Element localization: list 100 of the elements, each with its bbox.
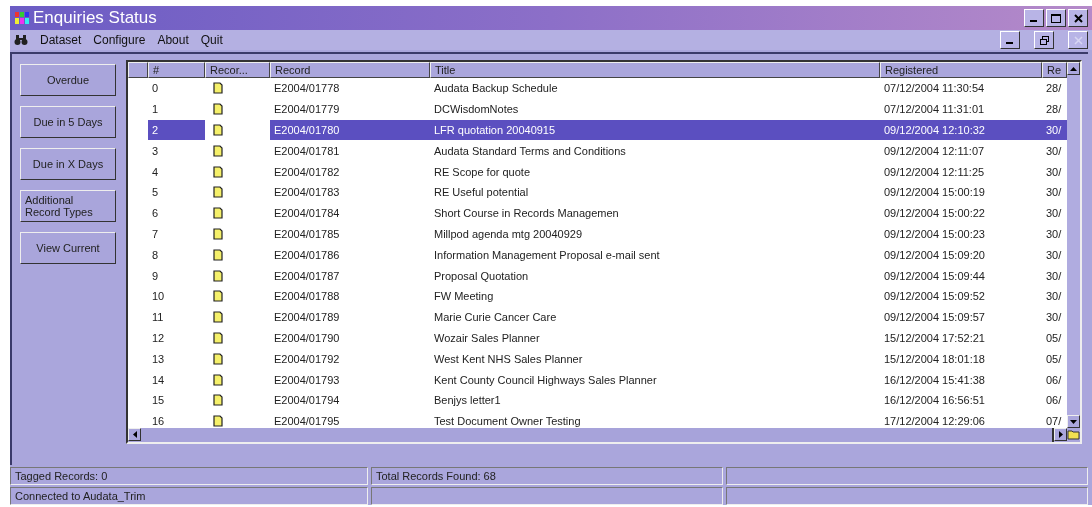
vertical-scrollbar[interactable] xyxy=(1067,62,1080,428)
table-cell-text: E2004/01792 xyxy=(273,351,341,367)
document-icon xyxy=(213,248,223,261)
table-cell-text: 09/12/2004 15:09:20 xyxy=(883,247,986,263)
table-cell-text: 09/12/2004 12:11:07 xyxy=(883,143,986,159)
filter-button[interactable]: Additional Record Types xyxy=(20,190,116,222)
table-cell-text: 30/ xyxy=(1045,185,1063,201)
filter-button[interactable]: View Current xyxy=(20,232,116,264)
document-icon xyxy=(213,227,223,240)
filter-button[interactable]: Due in X Days xyxy=(20,148,116,180)
table-cell-text: 7 xyxy=(151,226,160,242)
column-header[interactable]: # xyxy=(148,62,205,78)
document-icon xyxy=(213,394,223,407)
table-cell-text: E2004/01783 xyxy=(273,185,341,201)
table-cell-text: E2004/01793 xyxy=(273,372,341,388)
menu-item[interactable]: Dataset xyxy=(40,33,82,47)
table-cell-text: 30/ xyxy=(1045,164,1063,180)
table-cell-text: E2004/01794 xyxy=(273,393,341,409)
table-cell-text: E2004/01779 xyxy=(273,102,341,118)
table-cell-text: 09/12/2004 15:09:57 xyxy=(883,310,986,326)
filter-button[interactable]: Overdue xyxy=(20,64,116,96)
table-cell-text: 11 xyxy=(151,310,165,326)
table-cell-text: 17/12/2004 12:29:06 xyxy=(883,414,986,428)
document-icon xyxy=(213,186,223,199)
status-panel: Tagged Records: 0 xyxy=(10,467,368,485)
table-cell-text: 30/ xyxy=(1045,289,1063,305)
column-header[interactable] xyxy=(128,62,148,78)
table-cell-text: 09/12/2004 15:09:52 xyxy=(883,289,986,305)
table-cell-text: Short Course in Records Managemen xyxy=(433,206,620,222)
table-cell-text: 4 xyxy=(151,164,160,180)
column-header[interactable]: Re xyxy=(1042,62,1067,78)
table-cell-text: Test Document Owner Testing xyxy=(433,414,582,428)
table-cell-text: 09/12/2004 15:00:22 xyxy=(883,206,986,222)
table-cell-text: 05/ xyxy=(1045,330,1063,346)
document-icon xyxy=(213,165,223,178)
scroll-up-button[interactable] xyxy=(1067,62,1080,75)
column-header[interactable]: Registered xyxy=(880,62,1042,78)
menu-item[interactable]: About xyxy=(157,33,189,47)
table-cell-text: 10 xyxy=(151,289,166,305)
table-cell-text: Millpod agenda mtg 20040929 xyxy=(433,226,583,242)
table-cell-text: 05/ xyxy=(1045,351,1063,367)
table-cell-text: E2004/01781 xyxy=(273,143,341,159)
table-cell-text: 07/12/2004 11:30:54 xyxy=(883,81,986,97)
scroll-right-button[interactable] xyxy=(1054,428,1067,441)
table-cell-text: 12 xyxy=(151,330,166,346)
minimize-button[interactable] xyxy=(1000,31,1020,49)
table-cell-text: 07/12/2004 11:31:01 xyxy=(883,102,986,118)
table-cell-text: E2004/01787 xyxy=(273,268,341,284)
scroll-down-button[interactable] xyxy=(1067,415,1080,428)
table-cell-text: 30/ xyxy=(1045,310,1063,326)
table-cell-text: 15/12/2004 17:52:21 xyxy=(883,330,986,346)
table-cell-text: Marie Curie Cancer Care xyxy=(433,310,558,326)
table-cell-text: 28/ xyxy=(1045,102,1063,118)
table-cell-text: RE Useful potential xyxy=(433,185,530,201)
column-header[interactable]: Recor... xyxy=(205,62,270,78)
menu-item[interactable]: Quit xyxy=(200,33,223,47)
maximize-button[interactable] xyxy=(1046,9,1066,27)
table-cell: LFR quotation 20040915 xyxy=(430,119,880,141)
table-cell-text: E2004/01786 xyxy=(273,247,341,263)
filter-button[interactable]: Due in 5 Days xyxy=(20,106,116,138)
table-cell-text: Proposal Quotation xyxy=(433,268,530,284)
table-cell-text: 07/ xyxy=(1045,414,1063,428)
menu-item[interactable]: Configure xyxy=(93,33,146,47)
table-cell-text: 1 xyxy=(151,102,160,118)
close-button[interactable] xyxy=(1068,9,1088,27)
document-icon xyxy=(213,373,223,386)
document-icon xyxy=(213,290,223,303)
table-cell-text: 06/ xyxy=(1045,393,1063,409)
right-arrow-icon xyxy=(1058,431,1063,438)
table-cell-text: 30/ xyxy=(1045,247,1063,263)
document-icon xyxy=(213,415,223,428)
table-cell-text: 16/12/2004 16:56:51 xyxy=(883,393,986,409)
status-panel: Connected to Audata_Trim xyxy=(10,487,368,505)
table-cell: 30/ xyxy=(1042,119,1067,141)
table-cell-text: 15/12/2004 18:01:18 xyxy=(883,351,986,367)
table-cell-text: West Kent NHS Sales Planner xyxy=(433,351,584,367)
up-arrow-icon xyxy=(1070,66,1077,71)
app-icon xyxy=(14,10,30,26)
column-header[interactable]: Record xyxy=(270,62,430,78)
document-icon xyxy=(213,207,223,220)
table-cell-text: E2004/01782 xyxy=(273,164,341,180)
document-icon xyxy=(213,144,223,157)
table-cell-text: E2004/01778 xyxy=(273,81,341,97)
minimize-button[interactable] xyxy=(1024,9,1044,27)
table-cell-text: 30/ xyxy=(1045,268,1063,284)
table-cell-text: Kent County Council Highways Sales Planner xyxy=(433,372,658,388)
column-header[interactable]: Title xyxy=(430,62,880,78)
scroll-left-button[interactable] xyxy=(128,428,141,441)
status-panel: Total Records Found: 68 xyxy=(371,467,723,485)
close-icon xyxy=(1073,35,1083,45)
table-cell-text: Audata Backup Schedule xyxy=(433,81,559,97)
table-cell-text: E2004/01784 xyxy=(273,206,341,222)
table-cell-text: 13 xyxy=(151,351,166,367)
document-icon xyxy=(213,352,223,365)
table-cell-text: 09/12/2004 15:09:44 xyxy=(883,268,986,284)
table-cell-text: 28/ xyxy=(1045,81,1063,97)
document-icon xyxy=(213,269,223,282)
down-arrow-icon xyxy=(1070,419,1077,424)
restore-button[interactable] xyxy=(1034,31,1054,49)
table-cell-text: 09/12/2004 15:00:19 xyxy=(883,185,986,201)
